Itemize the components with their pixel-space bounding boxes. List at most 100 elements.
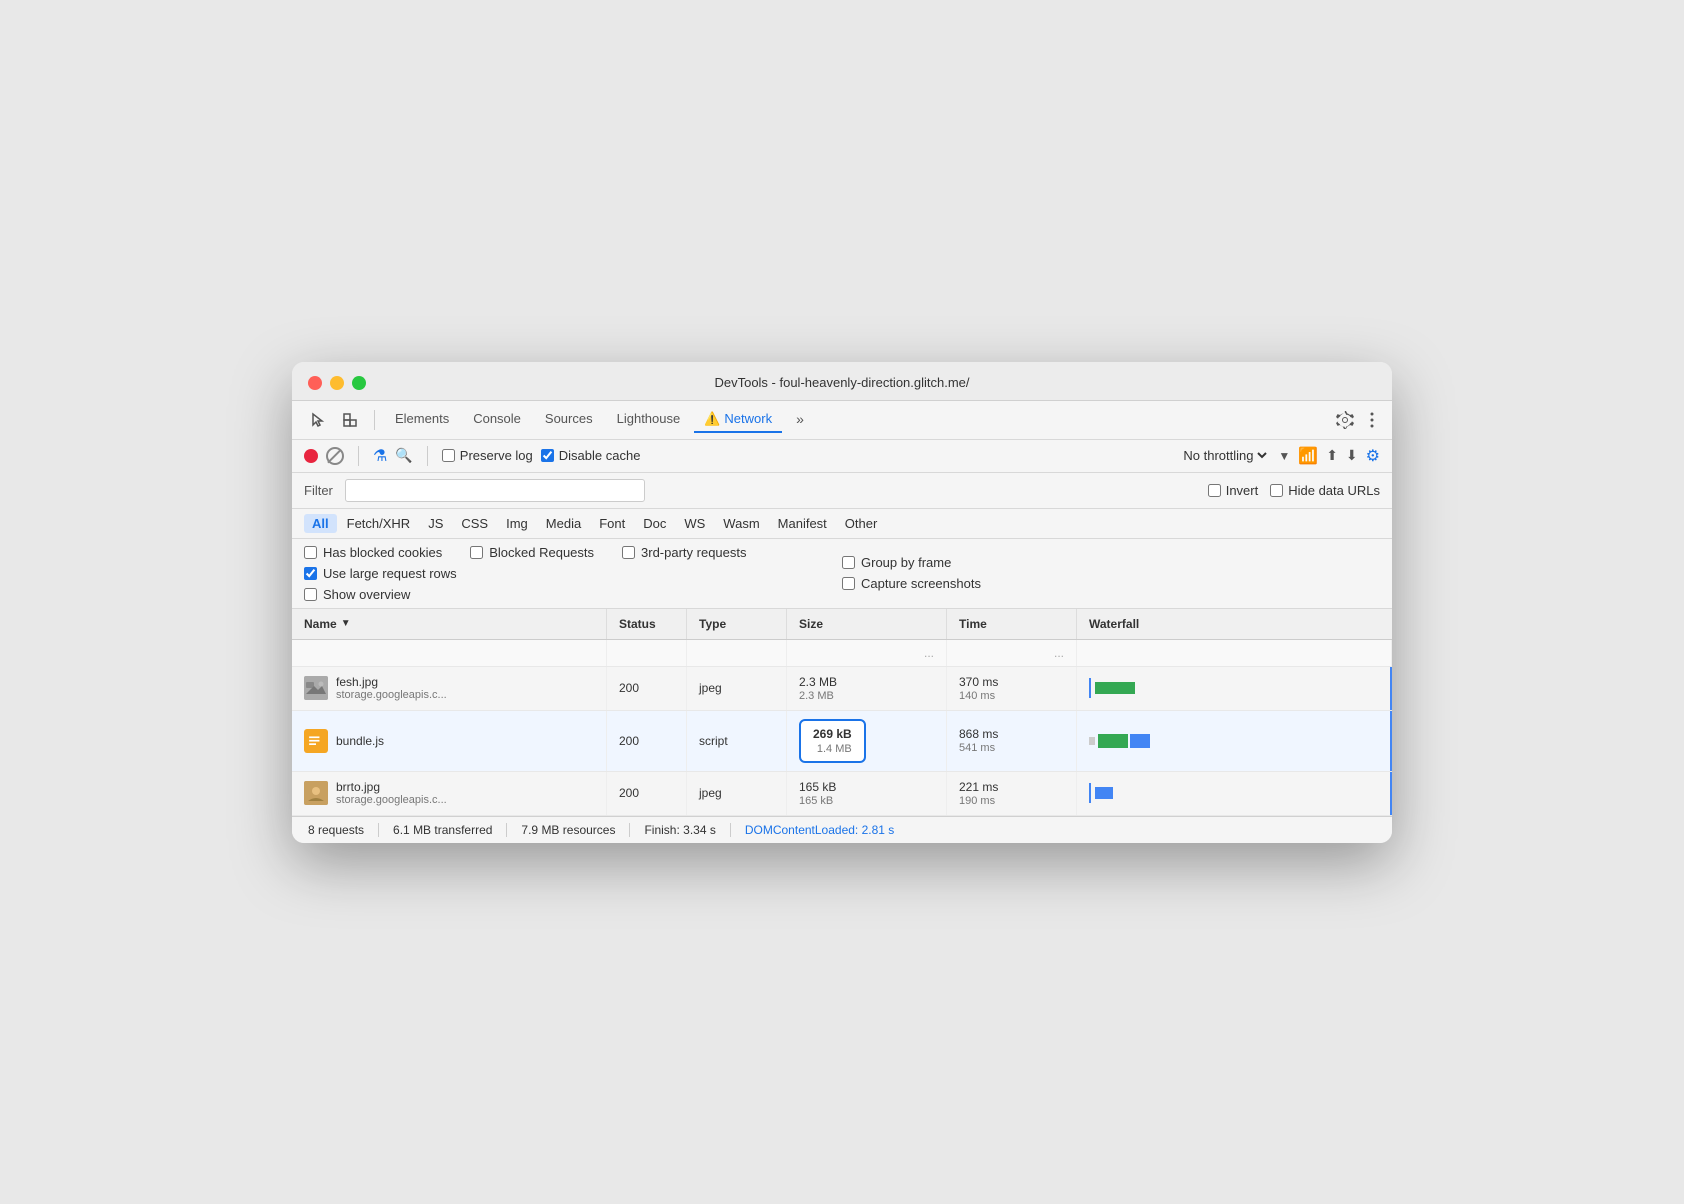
- type-btn-other[interactable]: Other: [837, 514, 886, 533]
- download-icon[interactable]: ⬇: [1346, 447, 1358, 464]
- transferred-size: 6.1 MB transferred: [393, 823, 507, 837]
- th-time[interactable]: Time: [947, 609, 1077, 639]
- more-options-icon[interactable]: [1364, 408, 1380, 432]
- third-party-checkbox[interactable]: [622, 546, 635, 559]
- option-row-group: Group by frame: [842, 555, 1380, 570]
- capture-screenshots-label: Capture screenshots: [861, 576, 981, 591]
- table-row[interactable]: fesh.jpg storage.googleapis.c... 200 jpe…: [292, 667, 1392, 711]
- filter-label: Filter: [304, 483, 333, 498]
- blocked-requests-checkbox[interactable]: [470, 546, 483, 559]
- maximize-button[interactable]: [352, 376, 366, 390]
- type-btn-js[interactable]: JS: [420, 514, 451, 533]
- close-button[interactable]: [308, 376, 322, 390]
- show-overview-checkbox[interactable]: [304, 588, 317, 601]
- th-name[interactable]: Name ▼: [292, 609, 607, 639]
- type-btn-fetchxhr[interactable]: Fetch/XHR: [339, 514, 419, 533]
- clear-button[interactable]: [326, 447, 344, 465]
- bundle-icon: [304, 729, 328, 753]
- disable-cache-label[interactable]: Disable cache: [541, 448, 641, 463]
- throttle-select[interactable]: No throttling: [1179, 447, 1270, 464]
- blue-line: [1390, 667, 1392, 710]
- type-btn-media[interactable]: Media: [538, 514, 589, 533]
- tab-console[interactable]: Console: [463, 407, 531, 432]
- tab-network[interactable]: ⚠️ Network: [694, 407, 782, 433]
- invert-checkbox[interactable]: [1208, 484, 1221, 497]
- option-row-overview: Show overview: [304, 587, 842, 602]
- fesh-time: 370 ms 140 ms: [947, 667, 1077, 710]
- status-bar: 8 requests 6.1 MB transferred 7.9 MB res…: [292, 816, 1392, 843]
- toolbar-divider-1: [374, 410, 375, 430]
- resources-size: 7.9 MB resources: [521, 823, 630, 837]
- th-status[interactable]: Status: [607, 609, 687, 639]
- th-size[interactable]: Size: [787, 609, 947, 639]
- tab-lighthouse[interactable]: Lighthouse: [607, 407, 691, 432]
- search-icon[interactable]: 🔍: [395, 447, 412, 464]
- th-type[interactable]: Type: [687, 609, 787, 639]
- filter-icon[interactable]: ⚗: [373, 446, 387, 466]
- type-btn-font[interactable]: Font: [591, 514, 633, 533]
- type-btn-img[interactable]: Img: [498, 514, 536, 533]
- fesh-thumbnail: [304, 676, 328, 700]
- inspect-icon[interactable]: [336, 408, 364, 432]
- filter-input[interactable]: [345, 479, 645, 502]
- capture-screenshots-checkbox[interactable]: [842, 577, 855, 590]
- type-btn-ws[interactable]: WS: [676, 514, 713, 533]
- wifi-icon[interactable]: 📶: [1298, 446, 1318, 466]
- minimize-button[interactable]: [330, 376, 344, 390]
- brrto-waterfall: [1077, 772, 1392, 815]
- table-header: Name ▼ Status Type Size Time Waterfall: [292, 609, 1392, 640]
- name-cell-brrto: brrto.jpg storage.googleapis.c...: [292, 772, 607, 815]
- settings-gear-icon[interactable]: [1330, 407, 1360, 433]
- fesh-sub: storage.googleapis.c...: [336, 689, 447, 701]
- table-row-bundle[interactable]: bundle.js 200 script 269 kB 1.4 MB 868 m…: [292, 711, 1392, 772]
- has-blocked-cookies-label: Has blocked cookies: [323, 545, 442, 560]
- use-large-rows-checkbox[interactable]: [304, 567, 317, 580]
- fesh-waterfall-bar: [1089, 678, 1380, 698]
- upload-icon[interactable]: ⬆: [1326, 447, 1338, 464]
- hide-data-urls-checkbox[interactable]: [1270, 484, 1283, 497]
- tab-elements[interactable]: Elements: [385, 407, 459, 432]
- disable-cache-checkbox[interactable]: [541, 449, 554, 462]
- hide-data-urls-label[interactable]: Hide data URLs: [1270, 483, 1380, 498]
- preserve-log-checkbox[interactable]: [442, 449, 455, 462]
- type-btn-doc[interactable]: Doc: [635, 514, 674, 533]
- brrto-status: 200: [607, 772, 687, 815]
- option-row-screenshots: Capture screenshots: [842, 576, 1380, 591]
- type-btn-wasm[interactable]: Wasm: [715, 514, 767, 533]
- cursor-icon[interactable]: [304, 408, 332, 432]
- traffic-lights: [308, 376, 366, 390]
- partial-type: [687, 640, 787, 666]
- title-bar: DevTools - foul-heavenly-direction.glitc…: [292, 362, 1392, 401]
- finish-time: Finish: 3.34 s: [644, 823, 730, 837]
- highlighted-size: 269 kB 1.4 MB: [799, 719, 866, 763]
- group-by-frame-checkbox[interactable]: [842, 556, 855, 569]
- table-row-partial[interactable]: ... ...: [292, 640, 1392, 667]
- tab-sources[interactable]: Sources: [535, 407, 603, 432]
- window-title: DevTools - foul-heavenly-direction.glitc…: [714, 375, 969, 390]
- brrto-waterfall-bar: [1089, 783, 1380, 803]
- group-by-frame-label: Group by frame: [861, 555, 951, 570]
- has-blocked-cookies-checkbox[interactable]: [304, 546, 317, 559]
- bundle-name: bundle.js: [336, 734, 384, 748]
- filter-bar: Filter Invert Hide data URLs: [292, 473, 1392, 509]
- record-button[interactable]: [304, 449, 318, 463]
- use-large-rows-label: Use large request rows: [323, 566, 457, 581]
- brrto-size: 165 kB 165 kB: [787, 772, 947, 815]
- partial-waterfall: [1077, 640, 1392, 666]
- invert-label[interactable]: Invert: [1208, 483, 1259, 498]
- toolbar2-right: No throttling ▼ 📶 ⬆ ⬇ ⚙: [1179, 446, 1380, 466]
- main-toolbar: Elements Console Sources Lighthouse ⚠️ N…: [292, 401, 1392, 440]
- bundle-status: 200: [607, 711, 687, 771]
- bundle-type: script: [687, 711, 787, 771]
- network-settings-icon[interactable]: ⚙: [1366, 446, 1380, 466]
- th-waterfall[interactable]: Waterfall: [1077, 609, 1392, 639]
- option-row-cookies: Has blocked cookies Blocked Requests 3rd…: [304, 545, 842, 560]
- tab-more[interactable]: »: [786, 407, 814, 433]
- bundle-waterfall: [1077, 711, 1392, 771]
- preserve-log-label[interactable]: Preserve log: [442, 448, 533, 463]
- table-row-brrto[interactable]: brrto.jpg storage.googleapis.c... 200 jp…: [292, 772, 1392, 816]
- type-btn-manifest[interactable]: Manifest: [770, 514, 835, 533]
- type-btn-all[interactable]: All: [304, 514, 337, 533]
- brrto-time: 221 ms 190 ms: [947, 772, 1077, 815]
- type-btn-css[interactable]: CSS: [453, 514, 496, 533]
